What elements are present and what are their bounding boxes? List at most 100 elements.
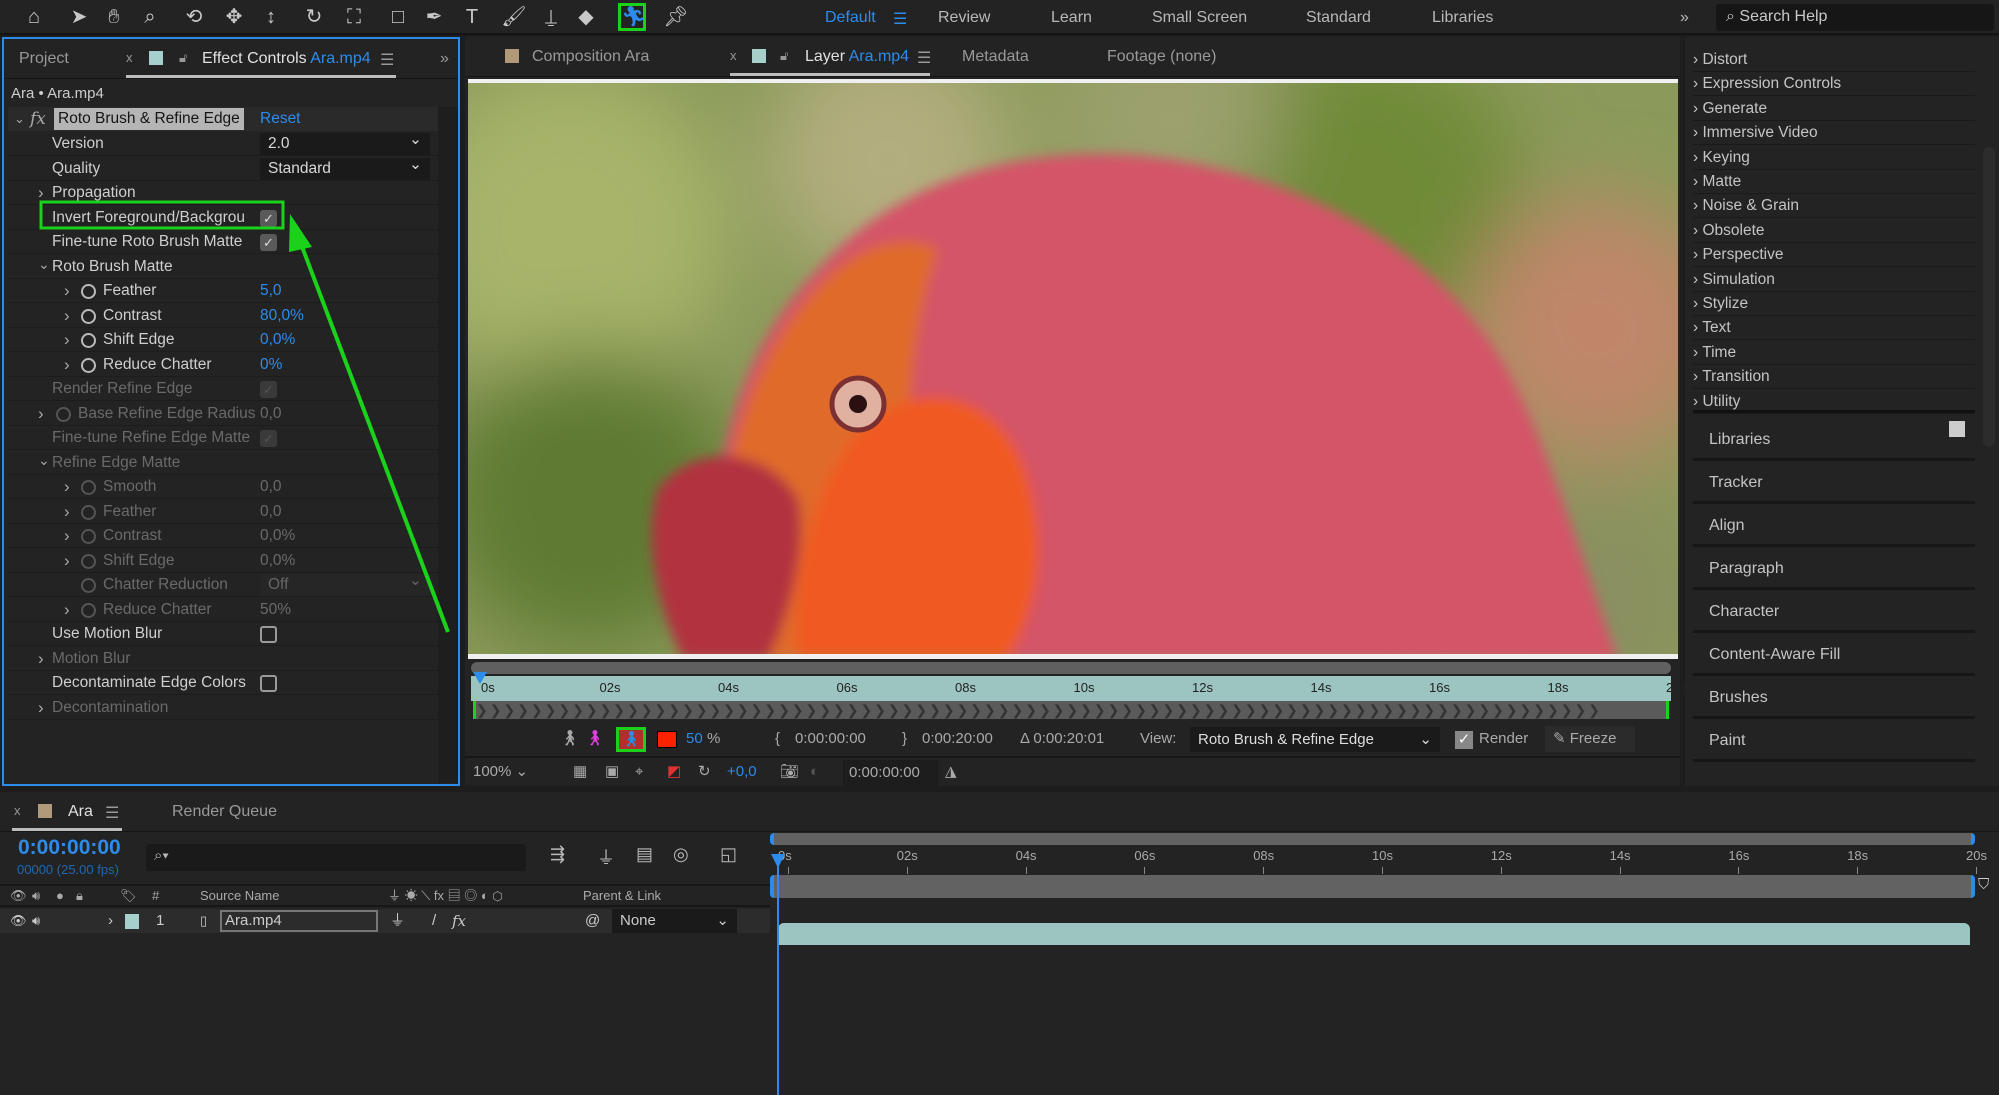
- clone-stamp-icon[interactable]: ⍊: [537, 3, 565, 31]
- workspace-standard[interactable]: Standard: [1306, 9, 1371, 27]
- stopwatch-icon[interactable]: [81, 357, 96, 373]
- layer-label-color[interactable]: [125, 914, 139, 929]
- scrollbar[interactable]: [438, 107, 458, 783]
- checkbox[interactable]: ✓: [260, 209, 277, 227]
- comp-marker-icon[interactable]: ⛉: [1978, 876, 1989, 893]
- snapshot-icon[interactable]: 📷︎: [780, 758, 799, 786]
- col-parent-link[interactable]: Parent & Link: [583, 886, 661, 906]
- transparency-grid-icon[interactable]: ▦: [573, 758, 587, 786]
- effect-category[interactable]: › Obsolete: [1693, 219, 1975, 243]
- param-value[interactable]: 50%: [260, 598, 291, 622]
- brush-size[interactable]: 50: [686, 723, 703, 755]
- lock-icon[interactable]: 🔓︎: [179, 50, 187, 66]
- eraser-icon[interactable]: ◆: [572, 3, 600, 31]
- audio-icon[interactable]: 🔊︎: [32, 886, 40, 906]
- render-checkbox[interactable]: ✓: [1455, 731, 1473, 749]
- chevron-right-icon[interactable]: ›: [38, 181, 44, 205]
- label-icon[interactable]: 🏷︎: [120, 886, 137, 906]
- close-icon[interactable]: x: [126, 50, 133, 65]
- param-value[interactable]: 80,0%: [260, 304, 304, 328]
- tab-composition[interactable]: Composition Ara: [532, 48, 649, 66]
- effect-category[interactable]: › Perspective: [1693, 243, 1975, 268]
- motion-blur-icon[interactable]: ◎: [673, 844, 689, 865]
- param-value[interactable]: 0,0%: [260, 524, 295, 548]
- workspace-learn[interactable]: Learn: [1051, 9, 1092, 27]
- effect-row-fine-tune-roto-brush-matte[interactable]: Fine-tune Roto Brush Matte ✓: [8, 230, 438, 254]
- panel-brushes[interactable]: Brushes: [1693, 678, 1975, 719]
- checkbox[interactable]: ✓: [260, 234, 277, 251]
- checkbox[interactable]: [260, 675, 277, 692]
- effect-category[interactable]: › Simulation: [1693, 268, 1975, 292]
- chevron-right-icon[interactable]: ›: [64, 598, 70, 622]
- graph-editor-icon[interactable]: ◱: [720, 844, 737, 865]
- chevron-right-icon[interactable]: ›: [64, 524, 70, 548]
- playhead[interactable]: [473, 672, 487, 684]
- effect-row-shift-edge[interactable]: › Shift Edge 0,0%: [8, 549, 438, 573]
- workspace-review[interactable]: Review: [938, 9, 990, 27]
- effect-row-roto-brush-matte[interactable]: ⌄ Roto Brush Matte: [8, 255, 438, 279]
- param-value[interactable]: 0,0: [260, 402, 282, 426]
- tab-metadata[interactable]: Metadata: [962, 48, 1029, 66]
- audio-icon[interactable]: 🔊︎: [32, 909, 40, 933]
- workspace-libraries[interactable]: Libraries: [1432, 9, 1493, 27]
- param-value[interactable]: 0,0: [260, 500, 282, 524]
- brush-icon[interactable]: 🖌︎: [500, 3, 528, 31]
- zoom-icon[interactable]: ⌕: [136, 3, 164, 31]
- stopwatch-icon[interactable]: [81, 284, 96, 299]
- search-help-input[interactable]: ⌕ Search Help: [1716, 4, 1994, 31]
- playhead-line[interactable]: [777, 854, 779, 1095]
- exposure-reset-icon[interactable]: ↻: [698, 758, 711, 786]
- tab-comp-ara[interactable]: Ara: [68, 803, 93, 821]
- selection-icon[interactable]: ➤: [65, 3, 93, 31]
- param-value[interactable]: 5,0: [260, 279, 282, 303]
- checkbox[interactable]: ✓: [260, 430, 277, 447]
- param-value[interactable]: 0%: [260, 353, 282, 377]
- out-point[interactable]: 0:00:20:00: [922, 723, 993, 755]
- exposure-value[interactable]: +0,0: [727, 758, 757, 786]
- effect-category[interactable]: › Keying: [1693, 146, 1975, 170]
- tab-footage[interactable]: Footage (none): [1107, 48, 1216, 66]
- panel-menu-icon[interactable]: ☰: [380, 50, 394, 70]
- pan-icon[interactable]: ✥: [220, 3, 248, 31]
- reset-button[interactable]: Reset: [260, 108, 301, 130]
- stopwatch-icon[interactable]: [81, 504, 96, 520]
- effect-row-propagation[interactable]: › Propagation: [8, 181, 438, 205]
- lock-icon[interactable]: 🔓︎: [780, 48, 788, 64]
- effect-row-fine-tune-refine-edge-matte[interactable]: Fine-tune Refine Edge Matte ✓: [8, 426, 438, 450]
- stopwatch-icon[interactable]: [81, 529, 96, 544]
- roto-brush-fg-icon[interactable]: 🚶︎: [560, 723, 579, 755]
- effect-row-chatter-reduction[interactable]: Chatter Reduction Off: [8, 570, 438, 597]
- stopwatch-icon[interactable]: [81, 553, 96, 569]
- effect-row-invert-foreground-backgrou[interactable]: Invert Foreground/Backgrou ✓: [8, 206, 438, 230]
- effect-category[interactable]: › Transition: [1693, 365, 1975, 390]
- edit-in-icon[interactable]: ◮: [945, 758, 957, 786]
- target-region-icon[interactable]: ⌖: [635, 758, 643, 786]
- tab-project[interactable]: Project: [19, 50, 69, 68]
- effect-row-motion-blur[interactable]: › Motion Blur: [8, 647, 438, 671]
- close-icon[interactable]: x: [14, 803, 21, 818]
- propagation-track[interactable]: ❯❯❯❯❯❯❯❯❯❯❯❯❯❯❯❯❯❯❯❯❯❯❯❯❯❯❯❯❯❯❯❯❯❯❯❯❯❯❯❯…: [473, 701, 1669, 719]
- chevron-down-icon[interactable]: ⌄: [14, 111, 25, 127]
- checkbox[interactable]: [260, 626, 277, 643]
- layer-search-input[interactable]: ⌕▾: [146, 844, 526, 871]
- chevron-right-icon[interactable]: ›: [64, 353, 70, 377]
- video-toggle-icon[interactable]: 👁︎: [10, 886, 27, 906]
- stopwatch-icon[interactable]: [81, 578, 96, 593]
- dropdown[interactable]: Standard: [260, 154, 430, 180]
- chevron-down-icon[interactable]: ⌄: [38, 252, 50, 276]
- tab-layer[interactable]: Layer Ara.mp4: [805, 48, 909, 66]
- panel-paint[interactable]: Paint: [1693, 721, 1975, 762]
- stopwatch-icon[interactable]: [81, 333, 96, 348]
- chevron-right-icon[interactable]: ›: [64, 328, 70, 352]
- layer-duration-bar[interactable]: [778, 923, 1970, 945]
- effect-row-contrast[interactable]: › Contrast 0,0%: [8, 524, 438, 548]
- anchor-icon[interactable]: ⛶: [340, 3, 368, 31]
- time-ruler[interactable]: 0s 02s 04s 06s 08s 10s 12s 14s 16s 18s 20s: [770, 848, 1987, 874]
- dropdown[interactable]: Off: [260, 570, 430, 596]
- effect-row-use-motion-blur[interactable]: Use Motion Blur: [8, 622, 438, 646]
- effect-row-refine-edge-matte[interactable]: ⌄ Refine Edge Matte: [8, 451, 438, 475]
- effect-row-contrast[interactable]: › Contrast 80,0%: [8, 304, 438, 328]
- effect-row-reduce-chatter[interactable]: › Reduce Chatter 50%: [8, 598, 438, 622]
- set-in-icon[interactable]: {: [775, 723, 780, 755]
- solo-icon[interactable]: ●: [56, 886, 64, 906]
